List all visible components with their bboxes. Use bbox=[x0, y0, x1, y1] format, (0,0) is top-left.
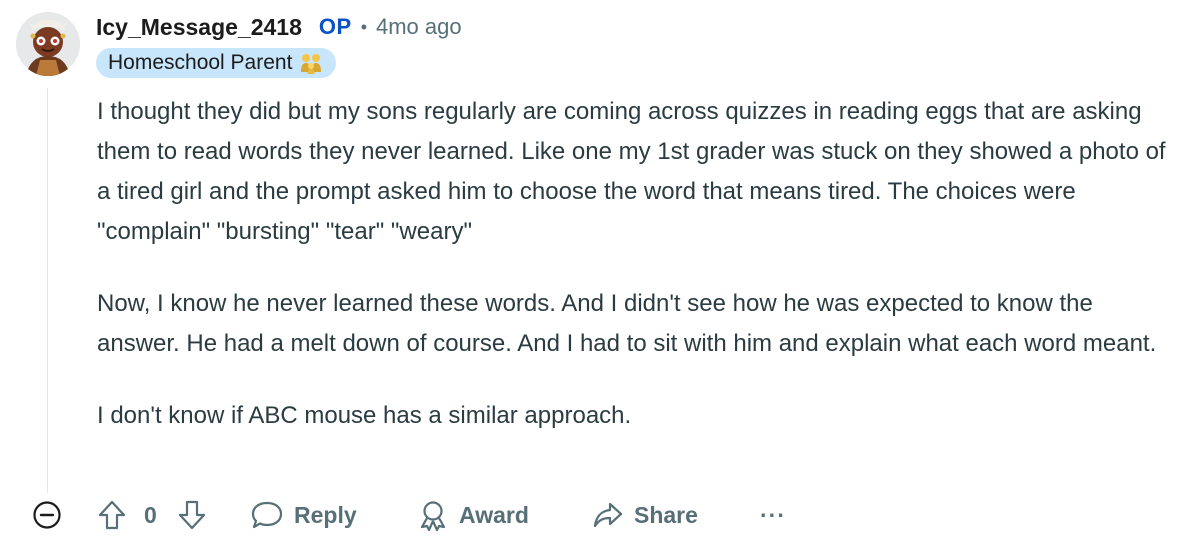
arrow-up-icon bbox=[98, 500, 126, 530]
speech-bubble-icon bbox=[251, 501, 283, 529]
user-flair: Homeschool Parent bbox=[96, 48, 337, 78]
op-badge: OP bbox=[318, 14, 352, 39]
collapse-button[interactable] bbox=[32, 494, 62, 536]
reply-label: Reply bbox=[294, 501, 357, 528]
award-label: Award bbox=[459, 501, 529, 528]
arrow-down-icon bbox=[178, 500, 206, 530]
timestamp[interactable]: 4mo ago bbox=[376, 14, 462, 40]
upvote-button[interactable] bbox=[96, 494, 128, 536]
meta-separator: • bbox=[360, 16, 367, 37]
avatar[interactable] bbox=[16, 12, 80, 76]
more-options-button[interactable]: ··· bbox=[760, 494, 786, 536]
vote-count: 0 bbox=[144, 494, 157, 536]
share-label: Share bbox=[634, 501, 698, 528]
comment-paragraph: I don't know if ABC mouse has a similar … bbox=[97, 402, 632, 429]
comment-paragraph: Now, I know he never learned these words… bbox=[97, 290, 1157, 357]
vote-count-value: 0 bbox=[144, 501, 157, 528]
more-options-label: ··· bbox=[760, 501, 786, 528]
flair-text: Homeschool Parent bbox=[108, 51, 293, 74]
snoo-avatar-icon bbox=[16, 12, 80, 76]
comment-action-bar: 0 Reply Award Share ··· bbox=[0, 494, 1192, 536]
comment-body: I thought they did but my sons regularly… bbox=[97, 92, 1182, 468]
award-icon bbox=[420, 501, 446, 531]
comment-header: Icy_Message_2418 OP • 4mo ago bbox=[96, 12, 462, 42]
thread-line[interactable] bbox=[47, 88, 48, 493]
username[interactable]: Icy_Message_2418 bbox=[96, 14, 302, 41]
family-emoji-icon bbox=[301, 54, 322, 74]
comment-paragraph: I thought they did but my sons regularly… bbox=[97, 98, 1166, 245]
minus-circle-icon bbox=[33, 501, 61, 529]
comment: Icy_Message_2418 OP • 4mo ago Homeschool… bbox=[0, 0, 1192, 540]
share-button[interactable]: Share bbox=[592, 494, 698, 536]
downvote-button[interactable] bbox=[176, 494, 208, 536]
award-button[interactable]: Award bbox=[417, 494, 529, 536]
share-arrow-icon bbox=[593, 502, 623, 528]
reply-button[interactable]: Reply bbox=[250, 494, 357, 536]
